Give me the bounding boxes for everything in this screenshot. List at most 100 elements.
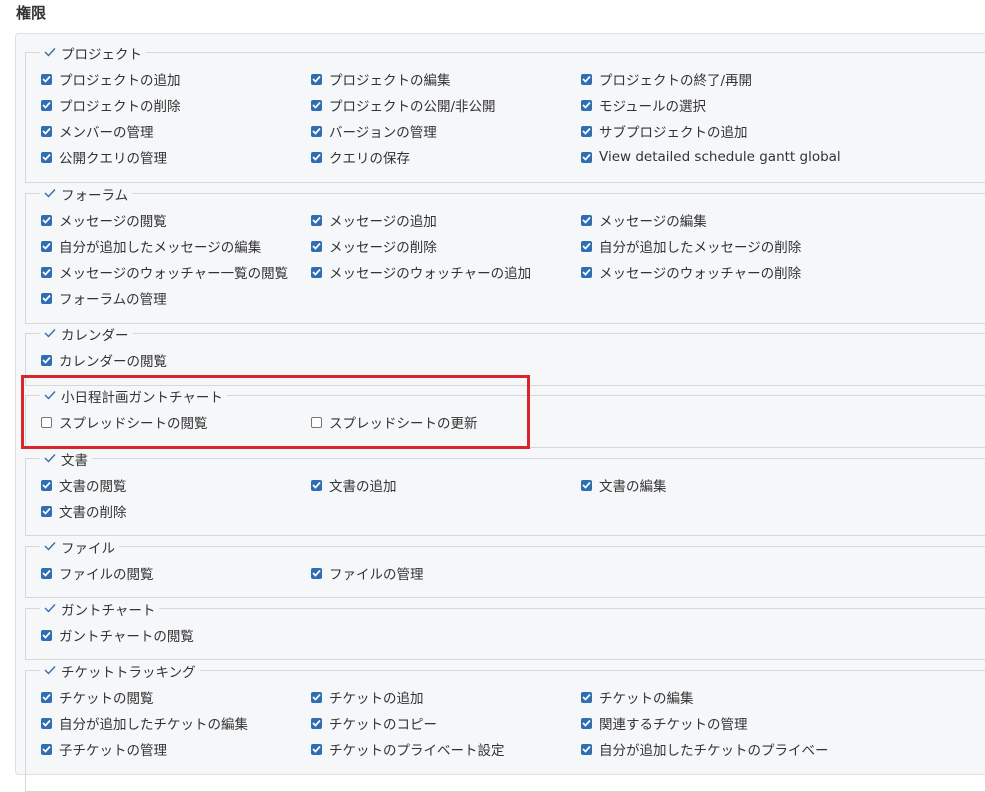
permission-checkbox[interactable]: チケットの追加 bbox=[311, 687, 424, 707]
permission-label: バージョンの管理 bbox=[329, 125, 437, 141]
checkbox-checked-icon[interactable] bbox=[41, 567, 52, 579]
permission-checkbox[interactable]: View detailed schedule gantt global bbox=[581, 147, 841, 167]
checkbox-checked-icon[interactable] bbox=[311, 125, 322, 137]
checkbox-checked-icon[interactable] bbox=[311, 151, 322, 163]
checkbox-checked-icon[interactable] bbox=[311, 479, 322, 491]
permission-checkbox[interactable]: プロジェクトの追加 bbox=[41, 69, 181, 89]
permission-checkbox[interactable]: チケットの編集 bbox=[581, 687, 694, 707]
checkbox-checked-icon[interactable] bbox=[311, 266, 322, 278]
permission-label: プロジェクトの削除 bbox=[59, 99, 181, 115]
checkbox-checked-icon[interactable] bbox=[581, 99, 592, 111]
permission-checkbox[interactable]: プロジェクトの編集 bbox=[311, 69, 451, 89]
checkbox-checked-icon[interactable] bbox=[41, 354, 52, 366]
permission-checkbox[interactable]: チケットのプライベート設定 bbox=[311, 739, 505, 759]
permission-checkbox[interactable]: 文書の編集 bbox=[581, 475, 667, 495]
permission-checkbox[interactable]: メンバーの管理 bbox=[41, 121, 154, 141]
permission-checkbox[interactable]: 自分が追加したメッセージの削除 bbox=[581, 236, 801, 256]
permission-checkbox[interactable]: メッセージの閲覧 bbox=[41, 210, 167, 230]
checkbox-checked-icon[interactable] bbox=[41, 214, 52, 226]
group-legend[interactable]: ガントチャート bbox=[40, 599, 160, 619]
permission-checkbox[interactable]: スプレッドシートの閲覧 bbox=[41, 412, 208, 432]
permission-checkbox[interactable]: 公開クエリの管理 bbox=[41, 147, 167, 167]
checkbox-checked-icon[interactable] bbox=[581, 266, 592, 278]
permission-checkbox[interactable]: モジュールの選択 bbox=[581, 95, 706, 115]
checkbox-checked-icon[interactable] bbox=[311, 240, 322, 252]
group-legend[interactable]: 小日程計画ガントチャート bbox=[40, 386, 227, 406]
permission-label: 子チケットの管理 bbox=[59, 743, 167, 759]
group-legend[interactable]: チケットトラッキング bbox=[40, 661, 200, 681]
group-legend[interactable]: ファイル bbox=[40, 537, 119, 557]
permission-checkbox[interactable]: メッセージのウォッチャー一覧の閲覧 bbox=[41, 262, 288, 282]
permission-label: 文書の削除 bbox=[59, 505, 127, 521]
permission-checkbox[interactable]: カレンダーの閲覧 bbox=[41, 350, 167, 370]
checkbox-checked-icon[interactable] bbox=[41, 505, 52, 517]
permission-label: チケットの編集 bbox=[599, 691, 694, 707]
permission-checkbox[interactable]: ガントチャートの閲覧 bbox=[41, 625, 194, 645]
checkbox-checked-icon[interactable] bbox=[581, 125, 592, 137]
permission-checkbox[interactable]: プロジェクトの公開/非公開 bbox=[311, 95, 496, 115]
checkbox-checked-icon[interactable] bbox=[581, 240, 592, 252]
checkbox-checked-icon[interactable] bbox=[311, 99, 322, 111]
checkbox-checked-icon[interactable] bbox=[581, 214, 592, 226]
checkbox-checked-icon[interactable] bbox=[581, 73, 592, 85]
checkbox-checked-icon[interactable] bbox=[311, 717, 322, 729]
permission-label: ファイルの閲覧 bbox=[59, 567, 154, 583]
checkbox-checked-icon[interactable] bbox=[311, 743, 322, 755]
group-legend-label: プロジェクト bbox=[61, 47, 142, 63]
permission-label: フォーラムの管理 bbox=[59, 292, 167, 308]
checkbox-checked-icon[interactable] bbox=[41, 743, 52, 755]
checkbox-checked-icon[interactable] bbox=[41, 73, 52, 85]
checkbox-unchecked-icon[interactable] bbox=[41, 416, 52, 428]
checkbox-checked-icon[interactable] bbox=[41, 717, 52, 729]
permission-checkbox[interactable]: 文書の追加 bbox=[311, 475, 397, 495]
checkbox-checked-icon[interactable] bbox=[41, 292, 52, 304]
checkbox-checked-icon[interactable] bbox=[41, 151, 52, 163]
permission-checkbox[interactable]: メッセージのウォッチャーの削除 bbox=[581, 262, 801, 282]
permission-checkbox[interactable]: メッセージの削除 bbox=[311, 236, 437, 256]
checkbox-checked-icon[interactable] bbox=[41, 266, 52, 278]
permission-checkbox[interactable]: ファイルの管理 bbox=[311, 563, 424, 583]
permission-checkbox[interactable]: チケットの閲覧 bbox=[41, 687, 154, 707]
checkbox-checked-icon[interactable] bbox=[581, 479, 592, 491]
permission-checkbox[interactable]: ファイルの閲覧 bbox=[41, 563, 154, 583]
checkbox-checked-icon[interactable] bbox=[41, 629, 52, 641]
permission-checkbox[interactable]: サブプロジェクトの追加 bbox=[581, 121, 748, 141]
checkbox-checked-icon[interactable] bbox=[311, 691, 322, 703]
checkbox-checked-icon[interactable] bbox=[41, 240, 52, 252]
group-legend[interactable]: プロジェクト bbox=[40, 43, 146, 63]
permission-label: モジュールの選択 bbox=[599, 99, 707, 115]
permission-checkbox[interactable]: メッセージの追加 bbox=[311, 210, 437, 230]
checkbox-checked-icon[interactable] bbox=[311, 214, 322, 226]
permission-checkbox[interactable]: メッセージの編集 bbox=[581, 210, 707, 230]
permission-checkbox[interactable]: 自分が追加したチケットの編集 bbox=[41, 713, 248, 733]
permission-checkbox[interactable]: チケットのコピー bbox=[311, 713, 437, 733]
permission-checkbox[interactable]: プロジェクトの終了/再開 bbox=[581, 69, 752, 89]
permission-checkbox[interactable]: スプレッドシートの更新 bbox=[311, 412, 478, 432]
permission-checkbox[interactable]: フォーラムの管理 bbox=[41, 288, 167, 308]
permission-checkbox[interactable]: メッセージのウォッチャーの追加 bbox=[311, 262, 531, 282]
checkbox-unchecked-icon[interactable] bbox=[311, 416, 322, 428]
checkbox-checked-icon[interactable] bbox=[41, 691, 52, 703]
permission-checkbox[interactable]: 文書の削除 bbox=[41, 501, 127, 521]
permission-checkbox[interactable]: 自分が追加したチケットのプライベー bbox=[581, 739, 829, 759]
permission-checkbox[interactable]: バージョンの管理 bbox=[311, 121, 437, 141]
permission-checkbox[interactable]: 関連するチケットの管理 bbox=[581, 713, 748, 733]
checkbox-checked-icon[interactable] bbox=[311, 567, 322, 579]
permission-checkbox[interactable]: プロジェクトの削除 bbox=[41, 95, 181, 115]
checkbox-checked-icon[interactable] bbox=[41, 99, 52, 111]
checkbox-checked-icon[interactable] bbox=[41, 479, 52, 491]
checkbox-checked-icon[interactable] bbox=[311, 73, 322, 85]
checkbox-checked-icon[interactable] bbox=[581, 717, 592, 729]
permission-checkbox[interactable]: 文書の閲覧 bbox=[41, 475, 127, 495]
permission-checkbox[interactable]: 子チケットの管理 bbox=[41, 739, 167, 759]
checkbox-checked-icon[interactable] bbox=[581, 151, 592, 163]
checkbox-checked-icon[interactable] bbox=[41, 125, 52, 137]
group-legend[interactable]: 文書 bbox=[40, 449, 92, 469]
permission-checkbox[interactable]: 自分が追加したメッセージの編集 bbox=[41, 236, 261, 256]
permission-checkbox[interactable]: クエリの保存 bbox=[311, 147, 410, 167]
permission-label: メンバーの管理 bbox=[59, 125, 154, 141]
group-legend[interactable]: カレンダー bbox=[40, 324, 133, 344]
group-legend[interactable]: フォーラム bbox=[40, 184, 133, 204]
checkbox-checked-icon[interactable] bbox=[581, 691, 592, 703]
checkbox-checked-icon[interactable] bbox=[581, 743, 592, 755]
